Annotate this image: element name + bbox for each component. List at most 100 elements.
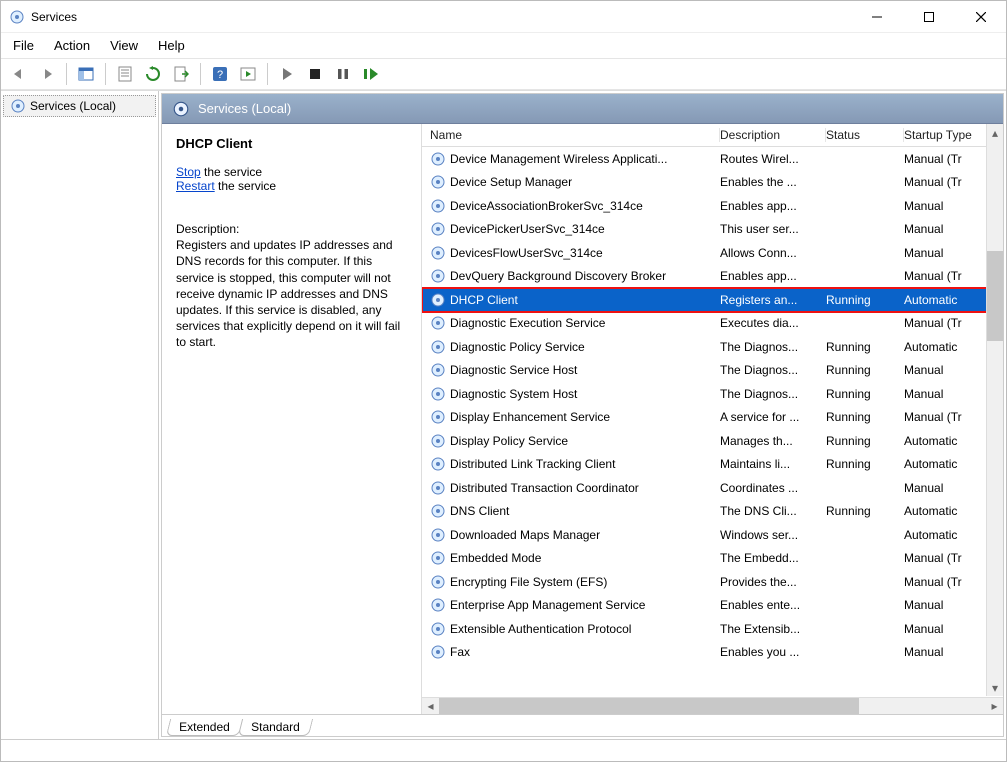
service-row[interactable]: DNS ClientThe DNS Cli...RunningAutomatic [422,500,1003,524]
service-row[interactable]: Diagnostic Service HostThe Diagnos...Run… [422,359,1003,383]
row-description: The Extensib... [720,622,826,636]
service-row[interactable]: Distributed Transaction CoordinatorCoord… [422,476,1003,500]
service-row[interactable]: DeviceAssociationBrokerSvc_314ceEnables … [422,194,1003,218]
tree-item-services-local[interactable]: Services (Local) [3,95,156,117]
tab-standard[interactable]: Standard [238,719,313,736]
row-description: This user ser... [720,222,826,236]
row-description: The Diagnos... [720,387,826,401]
col-startup[interactable]: Startup Type [904,128,992,142]
refresh-button[interactable] [141,62,165,86]
action-button[interactable] [236,62,260,86]
main-header: Services (Local) [162,94,1003,124]
menu-view[interactable]: View [108,36,140,55]
row-name: Diagnostic Service Host [450,363,577,377]
col-description[interactable]: Description [720,128,826,142]
row-startup: Manual [904,622,992,636]
menu-help[interactable]: Help [156,36,187,55]
row-startup: Manual [904,645,992,659]
service-row[interactable]: Diagnostic Execution ServiceExecutes dia… [422,312,1003,336]
gear-icon [430,268,446,284]
description-heading: Description: [176,221,411,237]
service-row[interactable]: Diagnostic Policy ServiceThe Diagnos...R… [422,335,1003,359]
row-name: Display Enhancement Service [450,410,610,424]
stop-link[interactable]: Stop [176,165,201,179]
service-row[interactable]: Downloaded Maps ManagerWindows ser...Aut… [422,523,1003,547]
restart-service-button[interactable] [359,62,383,86]
scroll-down-icon[interactable]: ▾ [987,679,1003,696]
service-row[interactable]: DevQuery Background Discovery BrokerEnab… [422,265,1003,289]
gear-icon [430,480,446,496]
row-description: Enables ente... [720,598,826,612]
forward-button[interactable] [35,62,59,86]
scroll-left-icon[interactable]: ◂ [422,698,439,714]
row-startup: Manual [904,598,992,612]
service-row[interactable]: DevicePickerUserSvc_314ce This user ser..… [422,218,1003,242]
col-name[interactable]: Name [430,128,720,142]
gear-icon [430,644,446,660]
row-status: Running [826,293,904,307]
service-row[interactable]: Embedded ModeThe Embedd...Manual (Tr [422,547,1003,571]
scroll-up-icon[interactable]: ▴ [987,124,1003,141]
minimize-button[interactable] [854,3,900,31]
service-row[interactable]: Display Policy ServiceManages th...Runni… [422,429,1003,453]
scroll-right-icon[interactable]: ▸ [986,698,1003,714]
scroll-thumb-horizontal[interactable] [439,698,859,714]
row-name: Extensible Authentication Protocol [450,622,631,636]
main-pane: Services (Local) DHCP Client Stop the se… [161,93,1004,737]
row-name: DevicePickerUserSvc_314ce [450,222,605,236]
service-row[interactable]: Encrypting File System (EFS)Provides the… [422,570,1003,594]
row-startup: Manual [904,481,992,495]
service-row[interactable]: Distributed Link Tracking ClientMaintain… [422,453,1003,477]
col-status[interactable]: Status [826,128,904,142]
row-description: Allows Conn... [720,246,826,260]
start-service-button[interactable] [275,62,299,86]
svg-text:?: ? [217,69,223,81]
vertical-scrollbar[interactable]: ▴ ▾ [986,124,1003,696]
stop-service-button[interactable] [303,62,327,86]
show-hide-tree-button[interactable] [74,62,98,86]
row-status: Running [826,363,904,377]
close-button[interactable] [958,3,1004,31]
row-name: Enterprise App Management Service [450,598,645,612]
help-button[interactable]: ? [208,62,232,86]
service-row[interactable]: DevicesFlowUserSvc_314ceAllows Conn...Ma… [422,241,1003,265]
statusbar [1,739,1006,761]
gear-icon [430,456,446,472]
back-button[interactable] [7,62,31,86]
gear-icon [430,221,446,237]
restart-link[interactable]: Restart [176,179,215,193]
menu-file[interactable]: File [11,36,36,55]
service-row[interactable]: Device Setup ManagerEnables the ...Manua… [422,171,1003,195]
gear-icon [430,433,446,449]
gear-icon [430,292,446,308]
view-tabs: Extended Standard [162,714,1003,736]
row-description: Maintains li... [720,457,826,471]
gear-icon [430,621,446,637]
selected-service-name: DHCP Client [176,136,411,151]
properties-button[interactable] [113,62,137,86]
row-startup: Automatic [904,504,992,518]
service-row[interactable]: Enterprise App Management Service Enables… [422,594,1003,618]
list-rows[interactable]: Device Management Wireless Applicati... R… [422,147,1003,714]
service-row[interactable]: Display Enhancement ServiceA service for… [422,406,1003,430]
tab-extended[interactable]: Extended [166,719,243,736]
menu-action[interactable]: Action [52,36,92,55]
export-button[interactable] [169,62,193,86]
horizontal-scrollbar[interactable]: ◂ ▸ [422,697,1003,714]
row-name: Distributed Transaction Coordinator [450,481,639,495]
gear-icon [430,597,446,613]
maximize-button[interactable] [906,3,952,31]
service-row[interactable]: FaxEnables you ...Manual [422,641,1003,665]
service-row[interactable]: DHCP ClientRegisters an...RunningAutomat… [422,288,1003,312]
row-startup: Manual [904,363,992,377]
pause-service-button[interactable] [331,62,355,86]
service-row[interactable]: Diagnostic System HostThe Diagnos...Runn… [422,382,1003,406]
service-row[interactable]: Device Management Wireless Applicati...R… [422,147,1003,171]
row-description: The Diagnos... [720,340,826,354]
row-startup: Manual [904,222,992,236]
row-description: The DNS Cli... [720,504,826,518]
row-name: Device Management Wireless Applicati... [450,152,667,166]
scroll-thumb-vertical[interactable] [987,251,1003,341]
row-startup: Manual (Tr [904,575,992,589]
service-row[interactable]: Extensible Authentication Protocol The Ex… [422,617,1003,641]
